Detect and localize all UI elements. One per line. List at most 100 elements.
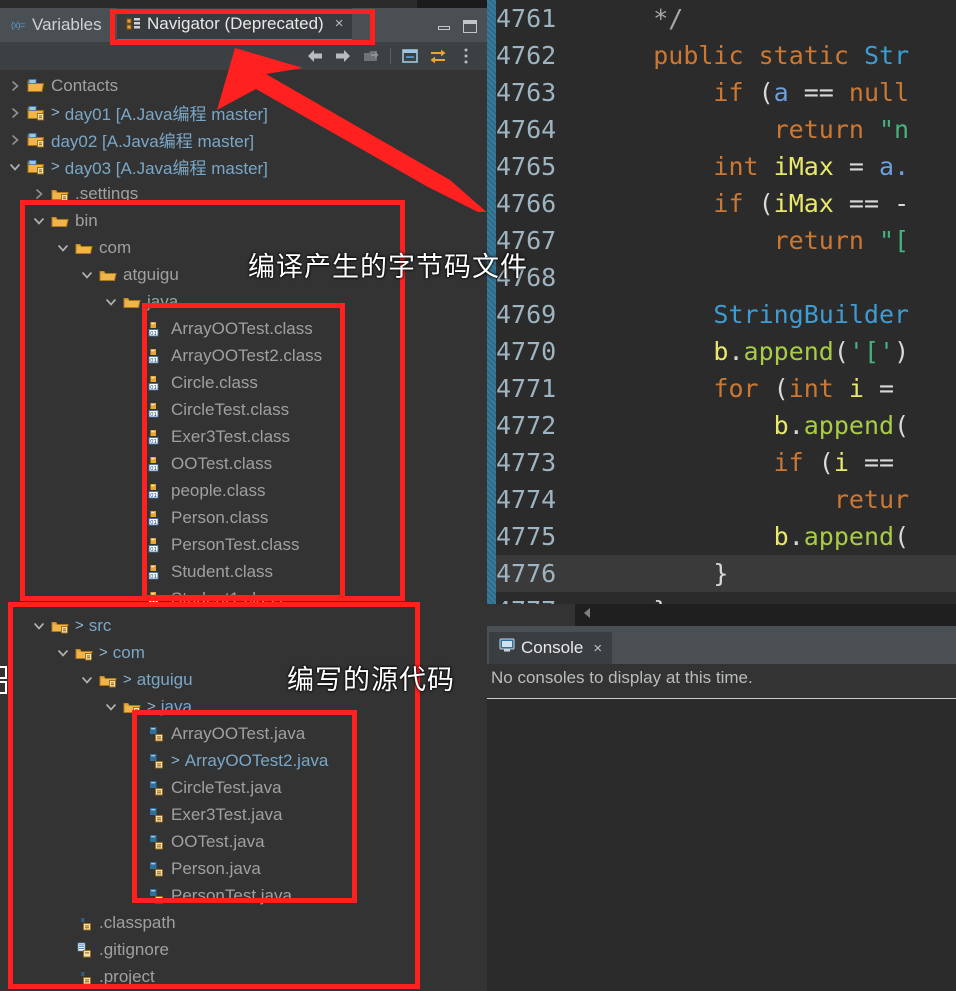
code-line[interactable]: 4763 if (a == null [487, 74, 956, 111]
tree-row[interactable]: 01 ArrayOOTest.class [0, 315, 487, 342]
tab-navigator[interactable]: Navigator (Deprecated) × [117, 8, 353, 42]
code-line[interactable]: 4761 */ [487, 0, 956, 37]
tree-row[interactable]: OOTest.java [0, 828, 487, 855]
tree-row[interactable]: 01 Person.class [0, 504, 487, 531]
code-text: return "[ [773, 226, 910, 255]
link-with-editor-icon[interactable] [425, 44, 451, 68]
tree-row[interactable]: java [0, 288, 487, 315]
code-line[interactable]: 4769 StringBuilder [487, 296, 956, 333]
project-icon [26, 78, 46, 94]
tree-row-label: day03 [A.Java编程 master] [64, 159, 268, 178]
line-number: 4774 [496, 485, 557, 514]
java-file-icon [146, 833, 166, 850]
code-line[interactable]: 4776 } [487, 555, 956, 592]
code-text: for (int i = [713, 374, 895, 403]
tree-row[interactable]: x .project [0, 963, 487, 990]
maximize-button[interactable] [463, 20, 477, 33]
svg-text:01: 01 [150, 358, 157, 364]
tree-row-label: com [112, 642, 145, 662]
code-line[interactable]: 4775 b.append( [487, 518, 956, 555]
chevron-down-icon[interactable] [4, 160, 26, 173]
tree-row[interactable]: > java [0, 693, 487, 720]
tree-row[interactable]: x .classpath [0, 909, 487, 936]
code-line[interactable]: 4764 return "n [487, 111, 956, 148]
navigator-tree[interactable]: Contacts > day01 [A.Java编程 master] day02 [A… [0, 70, 487, 991]
tree-row[interactable]: 01 people.class [0, 477, 487, 504]
tree-row[interactable]: 01 Circle.class [0, 369, 487, 396]
folder-repo-icon [122, 699, 142, 715]
code-line[interactable]: 4768 [487, 259, 956, 296]
tree-row-label: atguigu [136, 669, 193, 689]
svg-text:x: x [81, 970, 86, 978]
collapse-all-icon[interactable] [397, 44, 423, 68]
close-icon[interactable]: × [593, 640, 602, 657]
close-icon[interactable]: × [335, 16, 344, 31]
chevron-down-icon[interactable] [100, 295, 122, 308]
tree-row[interactable]: .settings [0, 180, 487, 207]
line-number: 4762 [496, 41, 557, 70]
chevron-down-icon[interactable] [52, 241, 74, 254]
tree-row[interactable]: 01 Student1.class [0, 585, 487, 612]
code-line[interactable]: 4770 b.append('[') [487, 333, 956, 370]
text-file-icon [74, 941, 94, 958]
chevron-right-icon[interactable] [4, 79, 26, 92]
code-line[interactable]: 4771 for (int i = [487, 370, 956, 407]
tree-row[interactable]: Contacts [0, 72, 487, 99]
chevron-down-icon[interactable] [76, 268, 98, 281]
code-line[interactable]: 4762 public static Str [487, 37, 956, 74]
tree-row[interactable]: Person.java [0, 855, 487, 882]
tree-row-label: Student1.class [171, 588, 283, 608]
tree-row-label: com [99, 237, 132, 257]
tab-variables[interactable]: (x)= Variables [2, 8, 111, 42]
tree-row[interactable]: bin [0, 207, 487, 234]
view-menu-icon[interactable] [453, 44, 479, 68]
chevron-down-icon[interactable] [28, 214, 50, 227]
tree-row[interactable]: > day01 [A.Java编程 master] [0, 99, 487, 126]
tree-row[interactable]: CircleTest.java [0, 774, 487, 801]
tree-row[interactable]: .gitignore [0, 936, 487, 963]
tree-row[interactable]: day02 [A.Java编程 master] [0, 126, 487, 153]
tree-row[interactable]: > src [0, 612, 487, 639]
tree-row[interactable]: 01 Exer3Test.class [0, 423, 487, 450]
chevron-down-icon[interactable] [28, 619, 50, 632]
tree-row[interactable]: 01 Student.class [0, 558, 487, 585]
folder-repo-icon [74, 645, 94, 661]
back-icon[interactable] [302, 44, 328, 68]
code-line[interactable]: 4777 } [487, 592, 956, 604]
tree-row-label: OOTest.class [171, 453, 273, 473]
code-line[interactable]: 4765 int iMax = a. [487, 148, 956, 185]
tree-row-label: Exer3Test.class [171, 426, 291, 446]
tree-row[interactable]: 01 ArrayOOTest2.class [0, 342, 487, 369]
chevron-down-icon[interactable] [100, 700, 122, 713]
tab-console[interactable]: Console × [489, 632, 613, 664]
code-line[interactable]: 4772 b.append( [487, 407, 956, 444]
tree-row-label: java [147, 291, 179, 311]
tree-row[interactable]: Exer3Test.java [0, 801, 487, 828]
code-line[interactable]: 4766 if (iMax == - [487, 185, 956, 222]
tree-row[interactable]: > day03 [A.Java编程 master] [0, 153, 487, 180]
chevron-right-icon[interactable] [28, 187, 50, 200]
chevron-down-icon[interactable] [76, 673, 98, 686]
minimize-button[interactable] [437, 20, 451, 33]
folder-icon [74, 240, 94, 256]
tree-row[interactable]: 01 OOTest.class [0, 450, 487, 477]
tree-row[interactable]: > ArrayOOTest2.java [0, 747, 487, 774]
go-into-icon[interactable] [358, 44, 384, 68]
chevron-down-icon[interactable] [52, 646, 74, 659]
line-number: 4763 [496, 78, 557, 107]
code-editor[interactable]: 4761 */4762 public static Str 4763 if (a … [487, 0, 956, 604]
code-line[interactable]: 4774 retur [487, 481, 956, 518]
editor-horizontal-scrollbar[interactable] [575, 604, 956, 626]
tree-row-label: ArrayOOTest2.class [171, 345, 323, 365]
window-chrome-strip [0, 0, 487, 8]
tree-row[interactable]: PersonTest.java [0, 882, 487, 909]
chevron-right-icon[interactable] [4, 133, 26, 146]
chevron-right-icon[interactable] [4, 106, 26, 119]
code-line[interactable]: 4773 if (i == [487, 444, 956, 481]
scroll-left-icon[interactable] [581, 606, 593, 625]
forward-icon[interactable] [330, 44, 356, 68]
tree-row[interactable]: ArrayOOTest.java [0, 720, 487, 747]
tree-row[interactable]: 01 CircleTest.class [0, 396, 487, 423]
code-line[interactable]: 4767 return "[ [487, 222, 956, 259]
tree-row[interactable]: 01 PersonTest.class [0, 531, 487, 558]
